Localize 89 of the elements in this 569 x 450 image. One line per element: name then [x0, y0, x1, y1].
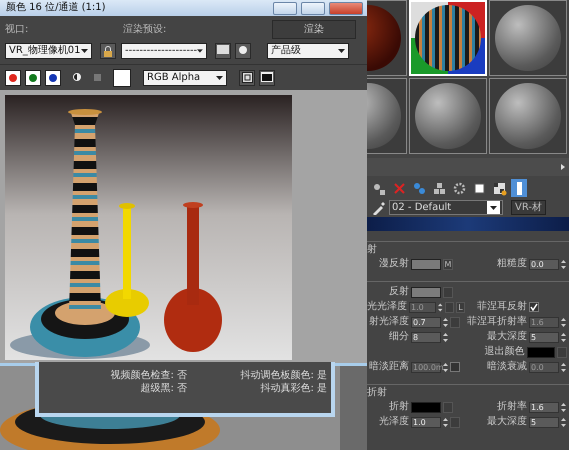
section-title: 射: [367, 244, 378, 256]
caret-icon: [197, 49, 203, 53]
display-dropdown[interactable]: RGB Alpha: [143, 70, 227, 86]
frame-icon: [472, 180, 486, 196]
caret-icon: [216, 76, 223, 80]
window-title: 颜色 16 位/通道 (1:1): [6, 2, 106, 14]
close-button[interactable]: [329, 2, 363, 14]
param-label: 最大深度: [486, 331, 527, 343]
spinner-arrows-icon[interactable]: [443, 332, 448, 342]
spinner-arrows-icon[interactable]: [438, 302, 443, 312]
channel-button[interactable]: [25, 70, 41, 86]
color-swatch[interactable]: [411, 258, 441, 270]
maximize-button[interactable]: [301, 2, 325, 14]
check-icon: [530, 303, 538, 311]
checkbox[interactable]: [529, 302, 539, 312]
caret-icon: [490, 206, 497, 210]
spinner-field[interactable]: 1.6: [529, 402, 559, 412]
spinner-arrows-icon[interactable]: [443, 416, 448, 428]
delete-icon: [392, 180, 406, 196]
checker-icon: [492, 180, 506, 196]
info-text: 抖动调色板颜色: 是: [239, 370, 327, 382]
color-swatch[interactable]: [113, 69, 131, 87]
monitor-icon: [217, 45, 229, 56]
render-button[interactable]: 渲染: [272, 20, 356, 39]
spinner-field[interactable]: 8: [411, 332, 441, 342]
map-button[interactable]: M: [443, 258, 453, 270]
spinner-arrows-icon[interactable]: [561, 362, 566, 372]
param-label: 退出颜色: [484, 346, 524, 358]
window-icon: [242, 72, 252, 83]
spinner-arrows-icon[interactable]: [561, 258, 566, 270]
info-text: 超级黑: 否: [139, 383, 187, 395]
lock-icon: [103, 44, 113, 57]
viewport-label: 视口:: [5, 24, 30, 36]
spinner-arrows-icon[interactable]: [561, 416, 566, 428]
viewport-dropdown[interactable]: VR_物理像机01: [5, 43, 92, 59]
spinner-field[interactable]: 0.0: [529, 258, 559, 270]
spinner-arrows-icon[interactable]: [561, 316, 566, 328]
param-label: 折射: [388, 401, 409, 413]
caret-icon: [338, 49, 345, 53]
window-button[interactable]: [239, 70, 255, 86]
color-swatch[interactable]: [526, 346, 556, 358]
preset-dropdown[interactable]: --------------------: [121, 43, 207, 59]
param-label: 反射: [388, 286, 409, 298]
lock-button[interactable]: [100, 43, 116, 59]
render-region-button[interactable]: [215, 43, 231, 59]
param-label: 漫反射: [378, 258, 409, 270]
channel-button[interactable]: [45, 70, 61, 86]
screen-icon: [261, 72, 273, 82]
param-label: 射光泽度: [368, 316, 409, 328]
info-text: 视频颜色检查: 否: [109, 370, 187, 382]
spinner-arrows-icon[interactable]: [561, 402, 566, 412]
circle-icon: [239, 46, 247, 54]
spinner-arrows-icon[interactable]: [443, 316, 448, 328]
param-label: 最大深度: [486, 416, 527, 428]
render-setup-button[interactable]: [235, 43, 251, 59]
color-swatch[interactable]: [411, 286, 441, 298]
param-label: 细分: [388, 331, 409, 343]
gear-icon: [452, 180, 466, 196]
display-button[interactable]: [259, 70, 275, 86]
param-label: 菲涅耳反射: [476, 301, 527, 313]
square-icon: [94, 74, 100, 81]
half-circle-icon: [73, 73, 81, 82]
material-type-button[interactable]: VR-材: [511, 200, 546, 215]
minimize-button[interactable]: [273, 2, 297, 14]
preset-label: 渲染预设:: [123, 24, 168, 36]
info-text: 抖动真彩色: 是: [259, 383, 327, 395]
eyedropper-icon[interactable]: [371, 200, 385, 214]
param-label: 暗淡衰减: [486, 361, 527, 373]
spinner-field[interactable]: 0.7: [411, 316, 441, 328]
param-label: 菲涅耳折射率: [467, 316, 527, 328]
channel-button[interactable]: [5, 70, 21, 86]
param-label: 粗糙度: [496, 258, 527, 270]
section-title: 折射: [367, 387, 388, 399]
param-label: 折射率: [496, 401, 527, 413]
color-swatch[interactable]: [411, 402, 441, 412]
swap-icon: [412, 180, 426, 196]
param-label: 光光泽度: [367, 301, 407, 313]
spinner-arrows-icon[interactable]: [561, 332, 566, 342]
param-label: 暗淡距离: [368, 361, 409, 373]
spinner-arrows-icon[interactable]: [443, 362, 448, 372]
param-label: 光泽度: [378, 416, 409, 428]
quality-dropdown[interactable]: 产品级: [267, 43, 349, 59]
caret-icon: [81, 49, 88, 53]
arrow-icon: [561, 164, 565, 170]
spinner-field[interactable]: 5: [529, 416, 559, 428]
spinner-field[interactable]: 5: [529, 332, 559, 342]
cubes-icon: [432, 180, 446, 196]
material-name-dropdown[interactable]: 02 - Default: [389, 200, 503, 215]
spinner-field[interactable]: 1.0: [411, 416, 441, 428]
